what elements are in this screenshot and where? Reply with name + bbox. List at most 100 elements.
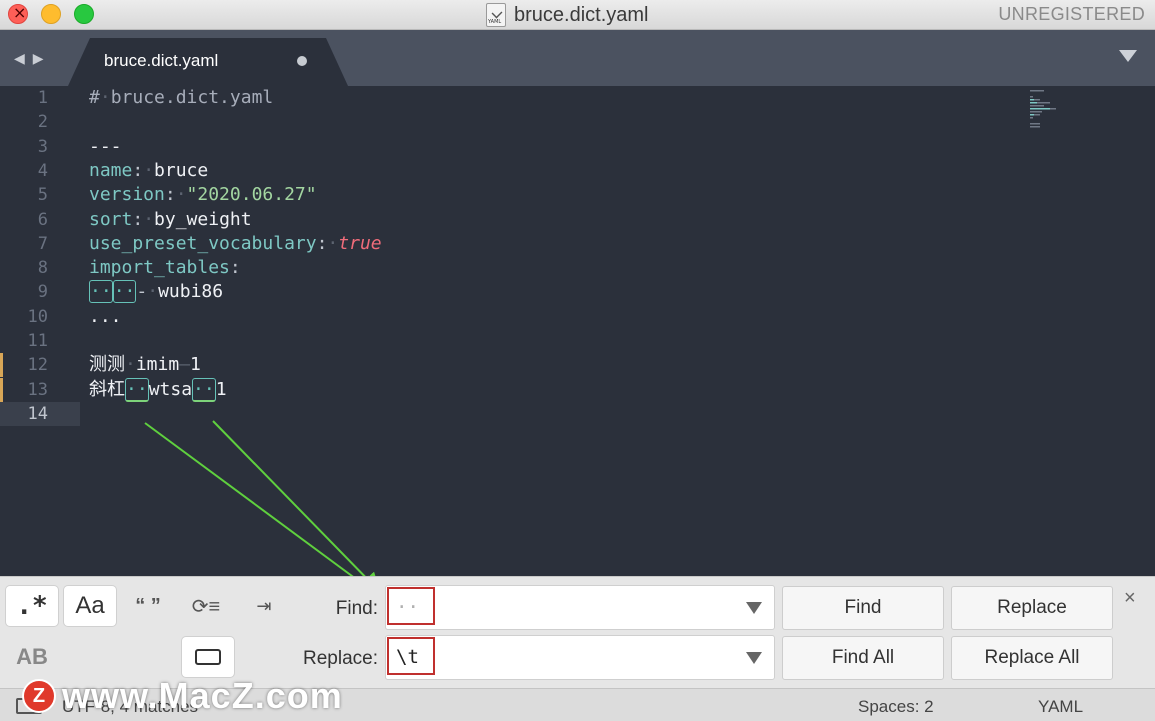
zoom-window-button[interactable] bbox=[74, 4, 94, 24]
dict-weight: 1 bbox=[215, 378, 227, 400]
file-icon-label: YAML bbox=[488, 19, 502, 25]
yaml-key: sort bbox=[89, 208, 133, 230]
minimap[interactable] bbox=[1030, 90, 1090, 130]
code-line: 1 #·bruce.dict.yaml bbox=[0, 86, 1155, 110]
wrap-toggle-button[interactable]: ⟳≡ bbox=[180, 586, 232, 626]
tab-nav-arrows: ◀ ▶ bbox=[14, 50, 44, 67]
window-title: YAML bruce.dict.yaml bbox=[486, 2, 649, 28]
code-text: #·bruce.dict.yaml bbox=[89, 87, 274, 108]
dict-word: 测测 bbox=[89, 354, 125, 376]
watermark-text: www.MacZ.com bbox=[62, 675, 343, 716]
regex-toggle-button[interactable]: .* bbox=[6, 586, 58, 626]
whitespace-match: ·· bbox=[192, 377, 216, 402]
indentation-setting[interactable]: Spaces: 2 bbox=[858, 697, 934, 717]
yaml-value: wubi86 bbox=[158, 281, 224, 303]
yaml-key: import_tables bbox=[89, 257, 230, 279]
window-title-text: bruce.dict.yaml bbox=[514, 3, 649, 26]
line-number: 10 bbox=[27, 306, 48, 327]
yaml-file-icon: YAML bbox=[486, 3, 506, 27]
line-number: 14 bbox=[27, 404, 48, 424]
registration-status: UNREGISTERED bbox=[998, 4, 1145, 24]
code-line: 6 sort:·by_weight bbox=[0, 208, 1155, 232]
tab-bar: ◀ ▶ bruce.dict.yaml bbox=[0, 30, 1155, 86]
code-text: --- bbox=[89, 135, 122, 157]
syntax-selector[interactable]: YAML bbox=[1038, 697, 1083, 717]
line-number: 6 bbox=[37, 209, 48, 230]
code-line: 12 测测·imim—1 bbox=[0, 353, 1155, 378]
code-line: 10 ... bbox=[0, 305, 1155, 329]
unsaved-dot-icon[interactable] bbox=[297, 56, 307, 66]
code-text: import_tables: bbox=[89, 257, 241, 279]
replace-label: Replace: bbox=[303, 648, 378, 669]
line-number: 1 bbox=[37, 88, 48, 108]
tab-prev-icon[interactable]: ◀ bbox=[14, 50, 25, 67]
yaml-key: version bbox=[89, 184, 165, 206]
watermark-logo-icon: Z bbox=[22, 679, 56, 713]
close-window-button[interactable] bbox=[8, 3, 28, 24]
code-line: 9 ·· ··-·wubi86 bbox=[0, 280, 1155, 304]
in-selection-toggle-button[interactable]: ⇥ bbox=[238, 586, 290, 626]
whitespace-match: ·· bbox=[89, 280, 113, 304]
dict-code: imim bbox=[135, 354, 180, 376]
code-line: 13 斜杠··wtsa··1 bbox=[0, 377, 1155, 402]
line-number: 3 bbox=[37, 136, 48, 157]
yaml-value: "2020.06.27" bbox=[186, 184, 317, 206]
watermark: Z www.MacZ.com bbox=[22, 674, 343, 718]
code-text: ·· ··-·wubi86 bbox=[89, 280, 224, 304]
find-history-dropdown-icon[interactable] bbox=[746, 602, 762, 614]
code-line: 5 version:·"2020.06.27" bbox=[0, 183, 1155, 207]
line-number: 2 bbox=[37, 112, 48, 133]
yaml-value: true bbox=[338, 232, 382, 254]
tab-dropdown-icon[interactable] bbox=[1119, 50, 1137, 62]
yaml-value: by_weight bbox=[154, 208, 252, 230]
case-sensitive-toggle-button[interactable]: Aa bbox=[64, 586, 116, 626]
replace-input[interactable]: \t bbox=[385, 635, 775, 680]
dict-weight: 1 bbox=[190, 354, 201, 376]
whole-word-toggle-button[interactable]: “ ” bbox=[122, 586, 174, 626]
replace-input-value: \t bbox=[396, 646, 419, 668]
line-number: 9 bbox=[37, 282, 48, 303]
minimize-window-button[interactable] bbox=[41, 4, 61, 24]
whitespace-match: ·· bbox=[112, 280, 137, 304]
code-line-active: 14 bbox=[0, 402, 80, 427]
code-text: sort:·by_weight bbox=[89, 208, 252, 230]
yaml-value: bruce bbox=[154, 159, 209, 181]
line-number: 7 bbox=[37, 233, 48, 254]
title-bar: YAML bruce.dict.yaml UNREGISTERED bbox=[0, 0, 1155, 30]
code-line: 3 --- bbox=[0, 135, 1155, 159]
tab-label: bruce.dict.yaml bbox=[104, 51, 219, 70]
line-number: 5 bbox=[37, 185, 48, 206]
comment-text: bruce.dict.yaml bbox=[110, 87, 274, 108]
line-number: 8 bbox=[37, 258, 48, 279]
code-text: 测测·imim—1 bbox=[89, 354, 201, 376]
replace-all-button[interactable]: Replace All bbox=[951, 636, 1113, 680]
find-replace-panel: .* Aa “ ” ⟳≡ ⇥ AB Find: ·· Replace: \t F… bbox=[0, 576, 1155, 688]
code-line: 7 use_preset_vocabulary:·true bbox=[0, 232, 1155, 256]
replace-history-dropdown-icon[interactable] bbox=[746, 652, 762, 664]
code-text: ... bbox=[89, 305, 122, 327]
highlight-matches-toggle-button[interactable] bbox=[182, 637, 234, 677]
tab-next-icon[interactable]: ▶ bbox=[33, 50, 44, 67]
code-text: use_preset_vocabulary:·true bbox=[89, 232, 382, 254]
comment-hash: # bbox=[89, 87, 100, 108]
code-text: version:·"2020.06.27" bbox=[89, 184, 317, 206]
close-panel-icon[interactable]: × bbox=[1124, 587, 1136, 610]
preserve-case-toggle-button[interactable]: AB bbox=[6, 637, 58, 677]
line-number: 11 bbox=[27, 331, 48, 351]
find-button[interactable]: Find bbox=[782, 586, 944, 630]
replace-button[interactable]: Replace bbox=[951, 586, 1113, 630]
tab-bruce-dict-yaml[interactable]: bruce.dict.yaml bbox=[68, 38, 348, 86]
code-editor[interactable]: 1 #·bruce.dict.yaml 2 3 --- 4 name:·bruc… bbox=[0, 86, 1155, 576]
whitespace-match: ·· bbox=[125, 377, 149, 402]
line-number: 13 bbox=[27, 379, 48, 400]
yaml-key: name bbox=[89, 159, 133, 181]
highlight-matches-icon bbox=[195, 649, 221, 665]
code-line: 11 bbox=[0, 329, 1155, 353]
code-line: 8 import_tables: bbox=[0, 256, 1155, 280]
line-number: 12 bbox=[27, 355, 48, 376]
code-text: 斜杠··wtsa··1 bbox=[89, 377, 227, 402]
code-line: 4 name:·bruce bbox=[0, 159, 1155, 183]
find-all-button[interactable]: Find All bbox=[782, 636, 944, 680]
code-line: 2 bbox=[0, 110, 1155, 134]
find-input[interactable]: ·· bbox=[385, 585, 775, 630]
